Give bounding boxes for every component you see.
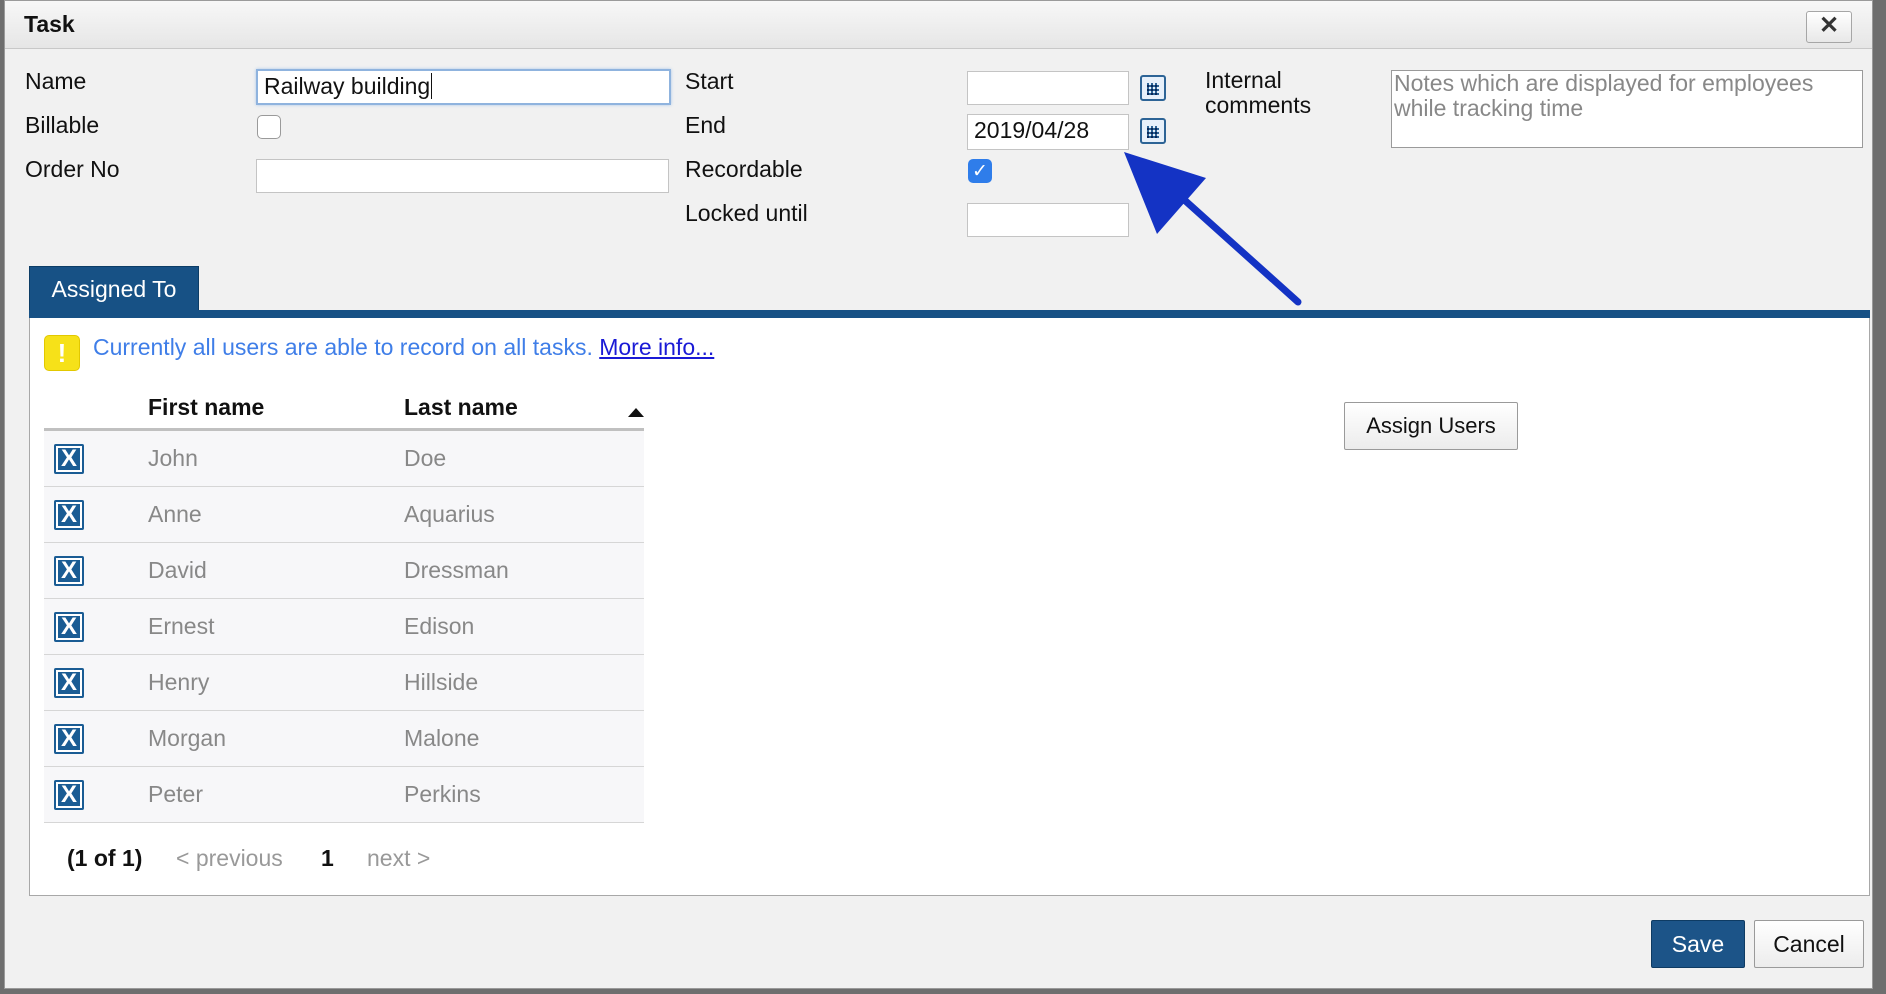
annotation-arrow-icon xyxy=(1124,152,1302,306)
